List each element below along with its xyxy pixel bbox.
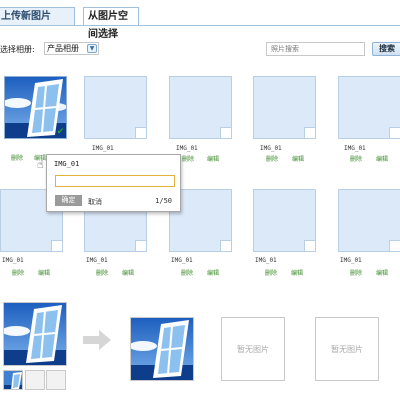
delete-link[interactable]: 删除: [350, 154, 362, 163]
image-thumbnail[interactable]: [338, 189, 400, 252]
check-icon: ✔: [56, 127, 65, 137]
mini-thumbnail-empty[interactable]: [46, 370, 66, 390]
album-selected-value: 产品相册: [47, 44, 79, 53]
chevron-down-icon: ▼: [87, 44, 97, 53]
preview-image[interactable]: [3, 302, 67, 366]
delete-link[interactable]: 删除: [181, 268, 193, 277]
select-checkbox[interactable]: [51, 240, 62, 251]
edit-link[interactable]: 编辑: [291, 268, 303, 277]
rename-popover: IMG_01 确定 取消 1/50: [46, 154, 181, 212]
delete-link[interactable]: 删除: [96, 268, 108, 277]
edit-link[interactable]: 编辑: [207, 154, 219, 163]
image-name: IMG_01: [2, 257, 24, 264]
search-input[interactable]: [266, 42, 365, 56]
edit-link[interactable]: 编辑: [376, 154, 388, 163]
tab-divider: [0, 25, 400, 26]
result-image[interactable]: [130, 317, 194, 381]
window-photo: [4, 371, 22, 389]
edit-link[interactable]: 编辑: [207, 268, 219, 277]
window-photo: [4, 303, 66, 365]
delete-link[interactable]: 删除: [266, 154, 278, 163]
image-thumbnail[interactable]: [253, 76, 316, 139]
image-name: IMG_01: [340, 257, 362, 264]
select-checkbox[interactable]: [389, 127, 400, 138]
select-checkbox[interactable]: [304, 240, 315, 251]
empty-slot[interactable]: 暂无图片: [315, 317, 379, 381]
delete-link[interactable]: 删除: [12, 268, 24, 277]
window-photo: [131, 318, 193, 380]
mini-thumbnail[interactable]: [3, 370, 23, 390]
delete-link[interactable]: 删除: [182, 154, 194, 163]
select-checkbox[interactable]: [220, 240, 231, 251]
image-thumbnail-selected[interactable]: ✔: [4, 76, 67, 139]
cancel-button[interactable]: 取消: [88, 197, 102, 207]
image-thumbnail[interactable]: [253, 189, 316, 252]
delete-link[interactable]: 删除: [265, 268, 277, 277]
select-checkbox[interactable]: [135, 240, 146, 251]
image-thumbnail[interactable]: [338, 76, 400, 139]
hand-cursor-icon: ☝: [37, 158, 44, 171]
tab-upload-new[interactable]: 上传新图片: [0, 7, 75, 26]
confirm-button[interactable]: 确定: [55, 195, 82, 206]
empty-slot[interactable]: 暂无图片: [221, 317, 285, 381]
image-thumbnail[interactable]: [84, 76, 147, 139]
image-name: IMG_01: [344, 145, 366, 152]
rename-input[interactable]: [55, 175, 175, 187]
image-name: IMG_01: [171, 257, 193, 264]
image-name: IMG_01: [260, 145, 282, 152]
image-name: IMG_01: [86, 257, 108, 264]
select-checkbox[interactable]: [220, 127, 231, 138]
empty-slot-text: 暂无图片: [237, 345, 269, 354]
image-name: IMG_01: [255, 257, 277, 264]
edit-link[interactable]: 编辑: [376, 268, 388, 277]
edit-link[interactable]: 编辑: [292, 154, 304, 163]
tab-image-space[interactable]: 从图片空间选择: [83, 7, 139, 40]
delete-link[interactable]: 删除: [350, 268, 362, 277]
popover-title: IMG_01: [54, 160, 80, 168]
char-count: 1/50: [155, 197, 172, 205]
image-name: IMG_01: [176, 145, 198, 152]
tab-bar: 上传新图片 从图片空间选择: [0, 7, 400, 40]
album-label: 选择相册:: [0, 45, 35, 54]
mini-thumbnail-empty[interactable]: [25, 370, 45, 390]
select-checkbox[interactable]: [304, 127, 315, 138]
arrow-right-icon: [83, 330, 111, 350]
select-checkbox[interactable]: [389, 240, 400, 251]
select-checkbox[interactable]: [135, 127, 146, 138]
delete-link[interactable]: 删除: [11, 153, 23, 162]
image-thumbnail[interactable]: [169, 76, 232, 139]
empty-slot-text: 暂无图片: [331, 345, 363, 354]
edit-link[interactable]: 编辑: [122, 268, 134, 277]
image-name: IMG_01: [92, 145, 114, 152]
search-button[interactable]: 搜索: [372, 42, 400, 56]
edit-link[interactable]: 编辑: [38, 268, 50, 277]
album-select[interactable]: 产品相册 ▼: [44, 42, 99, 55]
